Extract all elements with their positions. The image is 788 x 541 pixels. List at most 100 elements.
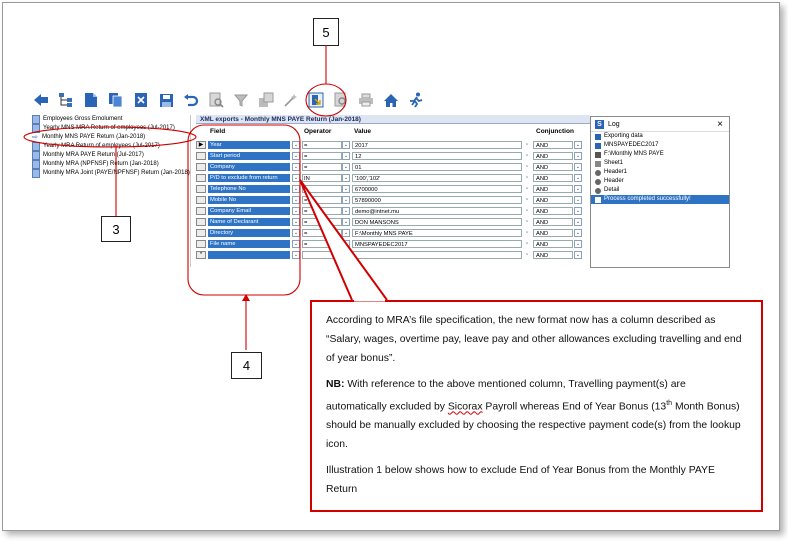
row-selector[interactable]	[196, 185, 206, 193]
tree-item[interactable]: Yearly MRA Return of employees (Jul-2017…	[32, 142, 190, 151]
lookup-icon[interactable]: ▫	[526, 174, 533, 182]
lookup-icon[interactable]: ▫	[526, 185, 533, 193]
conjunction-dropdown-icon[interactable]: ⌄	[574, 218, 582, 226]
field-cell[interactable]: Telephone No	[208, 185, 290, 193]
tree-item[interactable]: Monthly MRA Joint (PAYE/NPFNSF) Return (…	[32, 169, 190, 178]
operator-cell[interactable]	[302, 251, 342, 259]
row-selector[interactable]	[196, 218, 206, 226]
conjunction-cell[interactable]: AND	[533, 240, 573, 248]
exit-runner-icon[interactable]	[407, 91, 425, 109]
conjunction-cell[interactable]: AND	[533, 152, 573, 160]
tree-item[interactable]: Employees Gross Emolument	[32, 115, 190, 124]
tree-structure-icon[interactable]	[57, 91, 75, 109]
operator-dropdown-icon[interactable]: ⌄	[342, 196, 350, 204]
lookup-icon[interactable]: ▫	[526, 196, 533, 204]
field-cell[interactable]: P/D to exclude from return	[208, 174, 290, 182]
conjunction-dropdown-icon[interactable]: ⌄	[574, 185, 582, 193]
operator-dropdown-icon[interactable]: ⌄	[342, 141, 350, 149]
field-cell[interactable]: Mobile No	[208, 196, 290, 204]
operator-cell[interactable]: =	[302, 196, 342, 204]
conjunction-dropdown-icon[interactable]: ⌄	[574, 240, 582, 248]
field-dropdown-icon[interactable]: ⌄	[292, 229, 300, 237]
conjunction-cell[interactable]: AND	[533, 174, 573, 182]
field-dropdown-icon[interactable]: ⌄	[292, 152, 300, 160]
field-cell[interactable]: Company	[208, 163, 290, 171]
field-dropdown-icon[interactable]: ⌄	[292, 141, 300, 149]
conjunction-dropdown-icon[interactable]: ⌄	[574, 174, 582, 182]
operator-dropdown-icon[interactable]: ⌄	[342, 229, 350, 237]
filter-icon[interactable]	[232, 91, 250, 109]
conjunction-cell[interactable]: AND	[533, 218, 573, 226]
lookup-icon[interactable]: ▫	[526, 251, 533, 259]
row-selector[interactable]: *	[196, 251, 206, 259]
lookup-icon[interactable]: ▫	[526, 218, 533, 226]
field-dropdown-icon[interactable]: ⌄	[292, 251, 300, 259]
copy-document-icon[interactable]	[107, 91, 125, 109]
field-dropdown-icon[interactable]: ⌄	[292, 174, 300, 182]
undo-icon[interactable]	[182, 91, 200, 109]
operator-cell[interactable]: =	[302, 185, 342, 193]
print-icon[interactable]	[357, 91, 375, 109]
tree-item-selected[interactable]: ⇨ Monthly MNS PAYE Return (Jan-2018)	[32, 133, 190, 142]
operator-cell[interactable]: =	[302, 152, 342, 160]
operator-dropdown-icon[interactable]: ⌄	[342, 174, 350, 182]
operator-cell[interactable]: =	[302, 163, 342, 171]
operator-dropdown-icon[interactable]: ⌄	[342, 218, 350, 226]
operator-dropdown-icon[interactable]: ⌄	[342, 152, 350, 160]
tree-item[interactable]: Monthly MRA PAYE Return (Jul-2017)	[32, 151, 190, 160]
field-dropdown-icon[interactable]: ⌄	[292, 185, 300, 193]
conjunction-dropdown-icon[interactable]: ⌄	[574, 251, 582, 259]
operator-dropdown-icon[interactable]: ⌄	[342, 207, 350, 215]
search-document-icon[interactable]	[332, 91, 350, 109]
operator-dropdown-icon[interactable]: ⌄	[342, 240, 350, 248]
field-cell[interactable]: Name of Declarant	[208, 218, 290, 226]
operator-cell[interactable]: =	[302, 218, 342, 226]
row-selector[interactable]	[196, 196, 206, 204]
lookup-icon[interactable]: ▫	[526, 152, 533, 160]
conjunction-dropdown-icon[interactable]: ⌄	[574, 141, 582, 149]
operator-dropdown-icon[interactable]: ⌄	[342, 185, 350, 193]
field-dropdown-icon[interactable]: ⌄	[292, 196, 300, 204]
field-cell[interactable]: Start period	[208, 152, 290, 160]
grid-row[interactable]: Directory ⌄ = ⌄ F:\Monthly MNS PAYE ▫ AND ⌄	[196, 228, 590, 239]
value-cell[interactable]: demo@intnet.mu	[352, 207, 522, 215]
import-export-icon[interactable]	[257, 91, 275, 109]
operator-dropdown-icon[interactable]: ⌄	[342, 163, 350, 171]
conjunction-dropdown-icon[interactable]: ⌄	[574, 196, 582, 204]
field-cell[interactable]: File name	[208, 240, 290, 248]
value-cell[interactable]: F:\Monthly MNS PAYE	[352, 229, 522, 237]
conjunction-dropdown-icon[interactable]: ⌄	[574, 207, 582, 215]
operator-cell[interactable]: IN	[302, 174, 342, 182]
conjunction-cell[interactable]: AND	[533, 196, 573, 204]
delete-document-icon[interactable]	[132, 91, 150, 109]
operator-cell[interactable]: =	[302, 229, 342, 237]
row-selector[interactable]	[196, 240, 206, 248]
lookup-icon[interactable]: ▫	[526, 207, 533, 215]
xml-export-icon[interactable]	[307, 91, 325, 109]
value-cell[interactable]: 12	[352, 152, 522, 160]
conjunction-cell[interactable]: AND	[533, 207, 573, 215]
tree-item[interactable]: Yearly MNS MRA Return of employees (Jul-…	[32, 124, 190, 133]
grid-row[interactable]: Company Email ⌄ = ⌄ demo@intnet.mu ▫ AND ⌄	[196, 206, 590, 217]
field-cell[interactable]: Company Email	[208, 207, 290, 215]
wand-icon[interactable]	[282, 91, 300, 109]
row-selector[interactable]	[196, 229, 206, 237]
lookup-icon[interactable]: ▫	[526, 240, 533, 248]
close-icon[interactable]: ×	[717, 119, 723, 130]
value-cell[interactable]: 6700000	[352, 185, 522, 193]
grid-row[interactable]: Name of Declarant ⌄ = ⌄ DON MANSONS ▫ AND ⌄	[196, 217, 590, 228]
field-dropdown-icon[interactable]: ⌄	[292, 218, 300, 226]
lookup-icon[interactable]: ▫	[526, 163, 533, 171]
conjunction-cell[interactable]: AND	[533, 251, 573, 259]
field-cell[interactable]: Year	[208, 141, 290, 149]
field-dropdown-icon[interactable]: ⌄	[292, 240, 300, 248]
value-cell[interactable]	[352, 251, 522, 259]
new-document-icon[interactable]	[82, 91, 100, 109]
operator-dropdown-icon[interactable]: ⌄	[342, 251, 350, 259]
grid-row[interactable]: Mobile No ⌄ = ⌄ 57890000 ▫ AND ⌄	[196, 195, 590, 206]
grid-row[interactable]: File name ⌄ = ⌄ MNSPAYEDEC2017 ▫ AND ⌄	[196, 239, 590, 250]
conjunction-cell[interactable]: AND	[533, 163, 573, 171]
grid-row[interactable]: * ⌄ ⌄ ▫ AND ⌄	[196, 250, 590, 261]
row-selector[interactable]	[196, 207, 206, 215]
grid-row[interactable]: Company ⌄ = ⌄ 01 ▫ AND ⌄	[196, 162, 590, 173]
